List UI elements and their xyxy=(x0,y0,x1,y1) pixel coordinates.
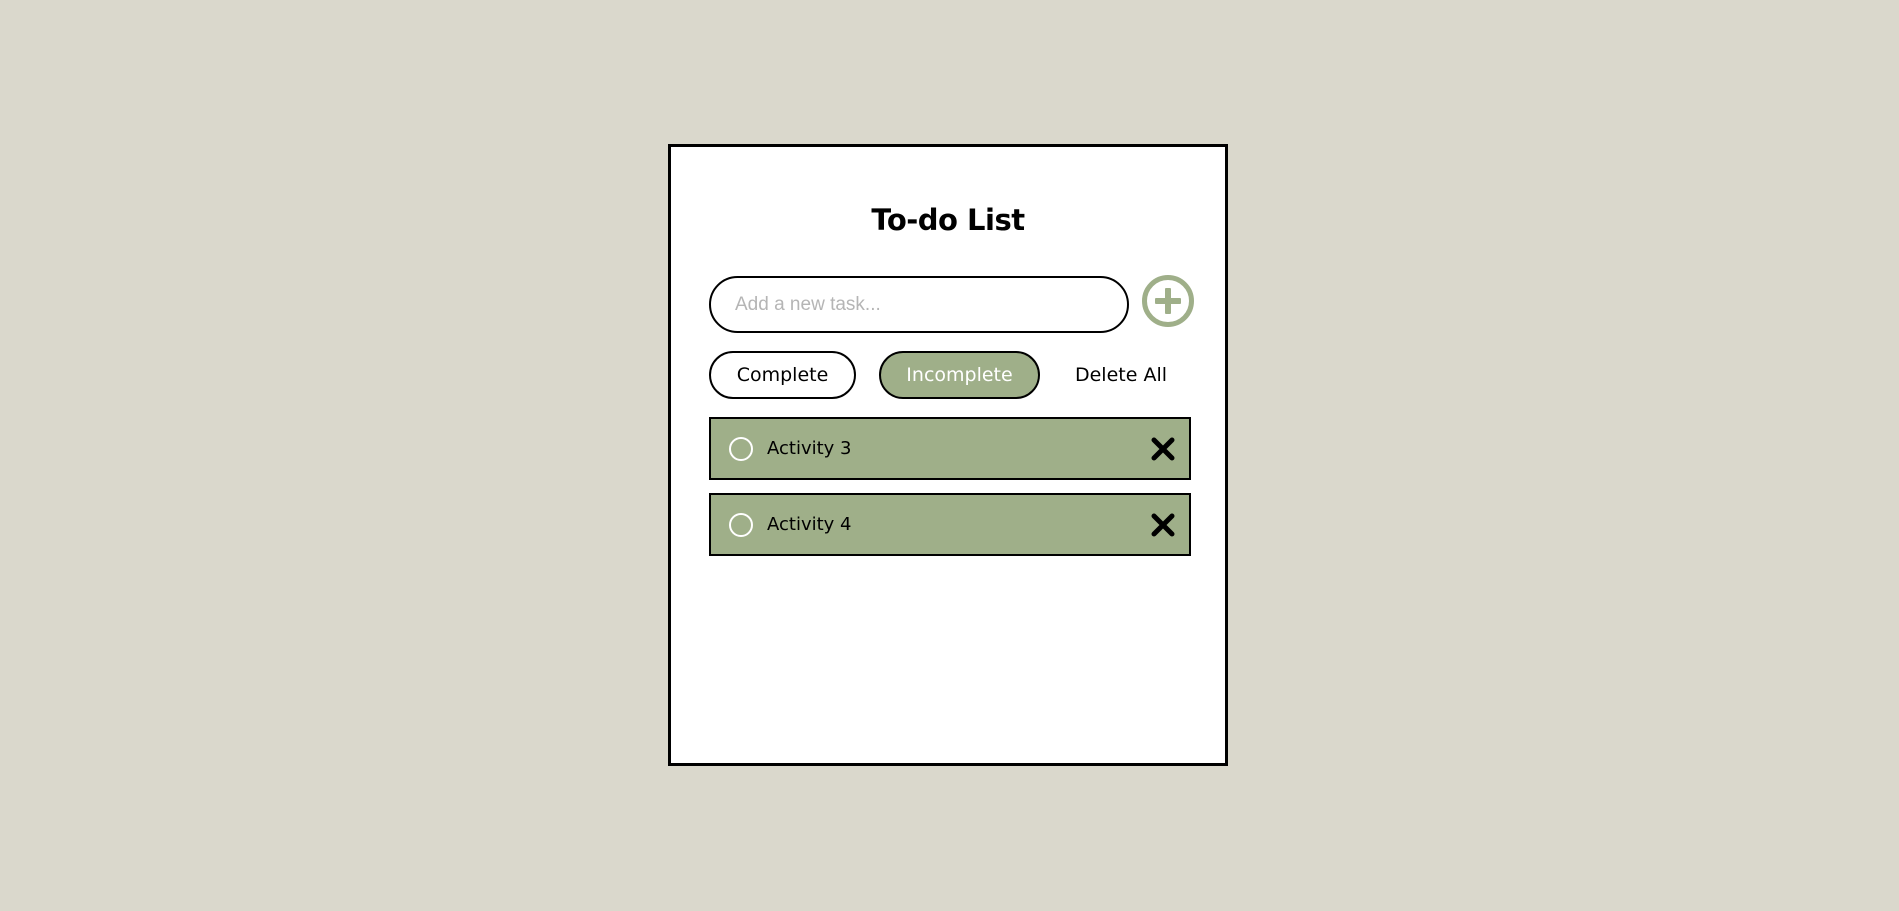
new-task-input[interactable] xyxy=(709,276,1129,333)
close-icon[interactable] xyxy=(1151,513,1175,537)
task-label: Activity 4 xyxy=(767,514,852,535)
filter-incomplete-button[interactable]: Incomplete xyxy=(879,351,1040,399)
close-icon[interactable] xyxy=(1151,437,1175,461)
task-label: Activity 3 xyxy=(767,438,852,459)
add-task-button[interactable] xyxy=(1141,274,1195,328)
plus-circle-icon xyxy=(1141,274,1195,328)
circle-icon[interactable] xyxy=(729,437,753,461)
todo-card: To-do List Complete Incomplete Delete Al… xyxy=(668,144,1228,766)
delete-all-button[interactable]: Delete All xyxy=(1061,351,1181,399)
task-item: Activity 4 xyxy=(709,493,1191,556)
circle-icon[interactable] xyxy=(729,513,753,537)
page-title: To-do List xyxy=(871,203,1025,237)
task-list: Activity 3 Activity 4 xyxy=(709,417,1191,569)
task-item: Activity 3 xyxy=(709,417,1191,480)
filter-complete-button[interactable]: Complete xyxy=(709,351,856,399)
